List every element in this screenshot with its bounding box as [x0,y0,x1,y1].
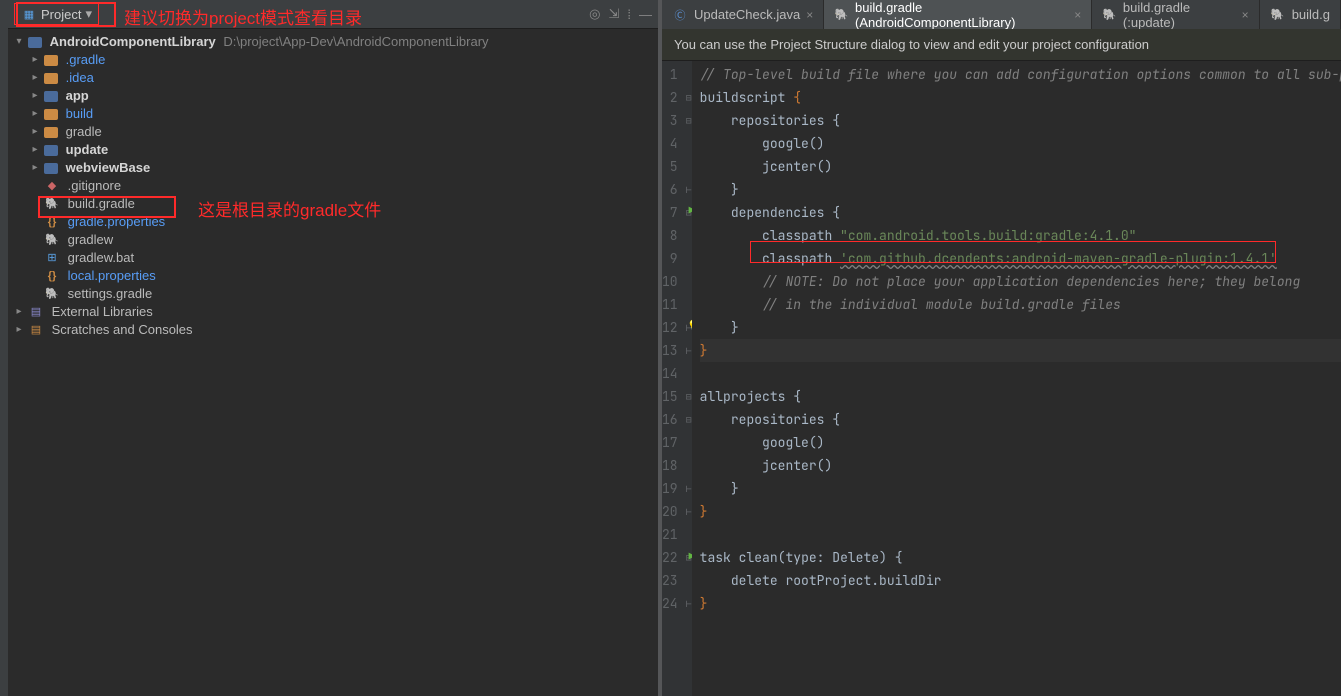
gradle-icon: 🐘 [834,7,849,23]
close-icon[interactable]: × [1242,8,1249,22]
tree-item[interactable]: {} local.properties [8,267,658,285]
module-icon [44,163,58,174]
project-structure-notice[interactable]: You can use the Project Structure dialog… [662,29,1341,61]
notice-text: You can use the Project Structure dialog… [674,37,1149,52]
folder-icon [44,127,58,138]
close-icon[interactable]: × [1074,8,1081,22]
chevron-down-icon: ▾ [85,6,92,22]
code-editor[interactable]: 123456789101112131415161718192021222324 … [662,61,1341,696]
gear-icon[interactable]: ⁞ [627,7,631,22]
tree-item[interactable]: 🐘 gradlew [8,231,658,249]
gradle-icon: 🐘 [1102,7,1117,23]
tab-updatecheck[interactable]: Ⓒ UpdateCheck.java × [662,0,824,29]
gradle-icon: 🐘 [44,232,60,248]
collapse-icon[interactable]: ⇲ [608,6,619,22]
tab-build-gradle-root[interactable]: 🐘 build.gradle (AndroidComponentLibrary)… [824,0,1092,29]
tab-label: build.gradle (AndroidComponentLibrary) [855,0,1068,29]
gradle-icon: 🐘 [1270,7,1286,23]
chevron-down-icon: ▾ [12,33,26,51]
module-icon [28,37,42,48]
tab-label: build.g [1292,7,1330,22]
module-icon [44,145,58,156]
tree-item[interactable]: ▸ app [8,87,658,105]
tree-item[interactable]: ▸ .idea [8,69,658,87]
tab-build-gradle-other[interactable]: 🐘 build.g [1260,0,1341,29]
gradle-icon: 🐘 [44,196,60,212]
folder-icon [44,109,58,120]
folder-icon [44,73,58,84]
tree-item[interactable]: ▸ update [8,141,658,159]
tree-item[interactable]: ▸ build [8,105,658,123]
folder-icon [44,55,58,66]
java-class-icon: Ⓒ [672,7,688,23]
editor-panel: Ⓒ UpdateCheck.java × 🐘 build.gradle (And… [662,0,1341,696]
project-panel-header: ▦ Project ▾ ◎ ⇲ ⁞ — [8,0,658,29]
gitignore-icon: ◆ [44,178,60,194]
tree-item[interactable]: ◆ .gitignore [8,177,658,195]
target-icon[interactable]: ◎ [589,6,600,22]
tab-label: UpdateCheck.java [694,7,800,22]
tree-item[interactable]: 🐘 build.gradle [8,195,658,213]
scratch-icon: ▤ [28,322,44,338]
tree-item[interactable]: ▸ gradle [8,123,658,141]
tree-item[interactable]: {} gradle.properties [8,213,658,231]
properties-icon: {} [44,214,60,230]
gradle-icon: 🐘 [44,286,60,302]
root-path: D:\project\App-Dev\AndroidComponentLibra… [223,33,488,51]
editor-tabs: Ⓒ UpdateCheck.java × 🐘 build.gradle (And… [662,0,1341,29]
bat-icon: ⊞ [44,250,60,266]
tree-item[interactable]: 🐘 settings.gradle [8,285,658,303]
tree-item[interactable]: ▸ .gradle [8,51,658,69]
properties-icon: {} [44,268,60,284]
root-name: AndroidComponentLibrary [50,33,216,51]
code-area[interactable]: // Top-level build file where you can ad… [692,61,1341,696]
tree-item[interactable]: ⊞ gradlew.bat [8,249,658,267]
line-numbers: 123456789101112131415161718192021222324 [662,61,686,696]
project-view-label: Project [41,7,81,22]
project-tree[interactable]: ▾ AndroidComponentLibrary D:\project\App… [8,29,658,696]
library-icon: ▤ [28,304,44,320]
tree-root[interactable]: ▾ AndroidComponentLibrary D:\project\App… [8,33,658,51]
tab-label: build.gradle (:update) [1123,0,1236,29]
project-icon: ▦ [21,6,37,22]
tree-item[interactable]: ▸ webviewBase [8,159,658,177]
tab-build-gradle-update[interactable]: 🐘 build.gradle (:update) × [1092,0,1259,29]
hide-icon[interactable]: — [639,7,652,22]
project-panel: ▦ Project ▾ ◎ ⇲ ⁞ — ▾ AndroidComponentLi… [8,0,658,696]
project-panel-toolbar: ◎ ⇲ ⁞ — [589,6,652,22]
tree-item[interactable]: ▸▤ Scratches and Consoles [8,321,658,339]
tool-window-rail[interactable] [0,0,8,696]
close-icon[interactable]: × [806,8,813,22]
module-icon [44,91,58,102]
tree-item[interactable]: ▸▤ External Libraries [8,303,658,321]
project-view-selector[interactable]: ▦ Project ▾ [14,3,99,25]
